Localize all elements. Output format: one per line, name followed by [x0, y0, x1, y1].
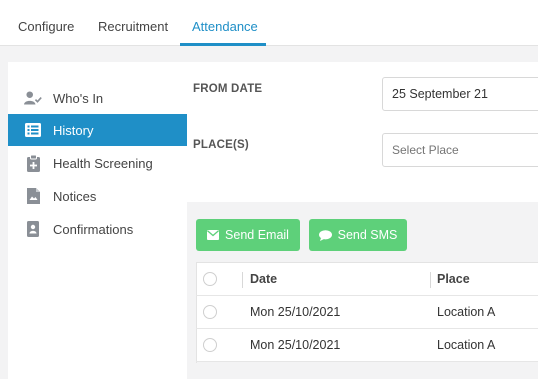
- column-header-place: Place: [437, 272, 470, 286]
- send-sms-label: Send SMS: [337, 228, 398, 242]
- sidebar-item-health-screening[interactable]: Health Screening: [8, 147, 187, 179]
- row-select-radio[interactable]: [203, 338, 217, 352]
- row-place: Location A: [437, 305, 496, 319]
- sidebar-item-notices[interactable]: Notices: [8, 180, 187, 212]
- row-date: Mon 25/10/2021: [250, 305, 341, 319]
- sidebar: Who's In History Health Screening Notice…: [8, 62, 187, 379]
- list-icon: [24, 121, 42, 139]
- top-tab-bar: Configure Recruitment Attendance: [0, 0, 538, 46]
- tab-recruitment[interactable]: Recruitment: [98, 19, 168, 34]
- table-header-row: Date Place: [196, 263, 538, 296]
- send-email-label: Send Email: [225, 228, 289, 242]
- from-date-input[interactable]: [382, 77, 538, 111]
- row-select-radio[interactable]: [203, 305, 217, 319]
- sidebar-item-history[interactable]: History: [8, 114, 187, 146]
- document-icon: [24, 187, 42, 205]
- history-table: Date Place Mon 25/10/2021 Location A Mon…: [196, 262, 538, 363]
- send-email-button[interactable]: Send Email: [196, 219, 300, 251]
- id-badge-icon: [24, 220, 42, 238]
- tab-configure[interactable]: Configure: [18, 19, 74, 34]
- chat-bubble-icon: [318, 229, 332, 241]
- row-date: Mon 25/10/2021: [250, 338, 341, 352]
- sidebar-item-whos-in[interactable]: Who's In: [8, 82, 187, 114]
- table-row[interactable]: Mon 25/10/2021 Location A: [196, 296, 538, 329]
- active-tab-indicator: [180, 43, 266, 46]
- user-check-icon: [24, 89, 42, 107]
- column-header-date: Date: [250, 272, 278, 286]
- place-select[interactable]: [382, 133, 538, 167]
- select-all-radio[interactable]: [203, 272, 217, 286]
- clipboard-plus-icon: [24, 154, 42, 172]
- sidebar-item-label: Who's In: [53, 90, 104, 106]
- from-date-label: FROM DATE: [193, 83, 263, 95]
- sidebar-item-label: Notices: [53, 188, 97, 204]
- places-label: PLACE(S): [193, 139, 249, 151]
- sidebar-item-label: Health Screening: [53, 155, 153, 171]
- envelope-icon: [207, 230, 220, 240]
- sidebar-item-label: Confirmations: [53, 221, 134, 237]
- send-sms-button[interactable]: Send SMS: [309, 219, 407, 251]
- table-row[interactable]: Mon 25/10/2021 Location A: [196, 329, 538, 362]
- sidebar-item-confirmations[interactable]: Confirmations: [8, 213, 187, 245]
- filter-form: FROM DATE PLACE(S): [187, 62, 538, 202]
- tab-attendance[interactable]: Attendance: [192, 19, 258, 34]
- sidebar-item-label: History: [53, 122, 94, 138]
- row-place: Location A: [437, 338, 496, 352]
